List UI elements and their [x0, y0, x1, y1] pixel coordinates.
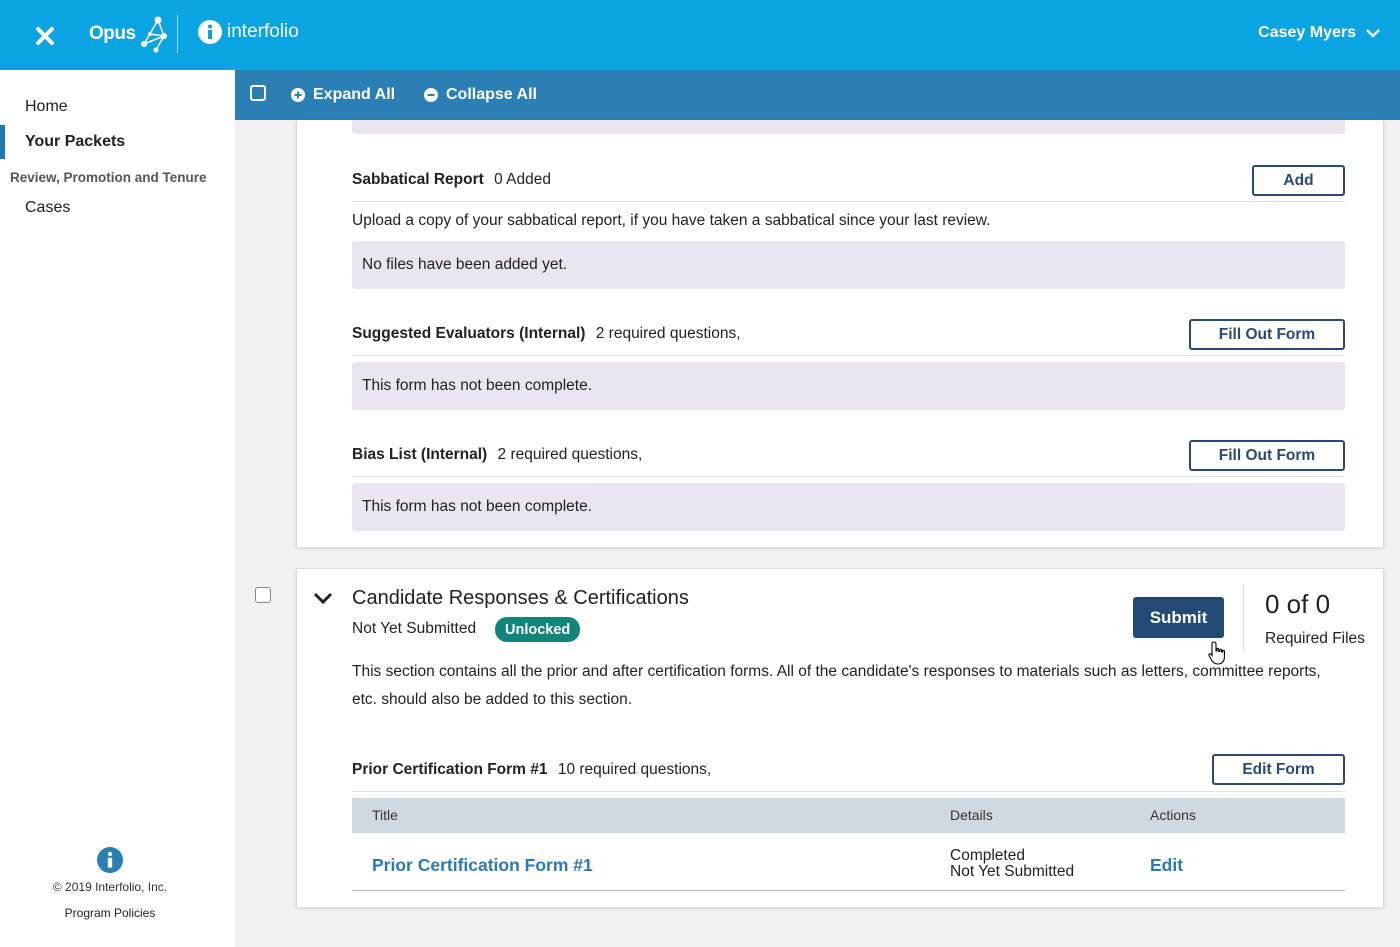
bias-list-title: Bias List (Internal) [352, 446, 488, 463]
status-badge: Unlocked [495, 617, 581, 642]
sidebar-item-label: Home [25, 98, 68, 115]
prior-certification-row: Prior Certification Form #1 10 required … [352, 761, 711, 779]
sidebar: Home Your Packets Review, Promotion and … [0, 70, 235, 947]
prior-certification-meta: 10 required questions, [557, 761, 712, 778]
section-status: Not Yet Submitted [352, 620, 477, 637]
section-title: Candidate Responses & Certifications [352, 587, 689, 609]
add-sabbatical-button[interactable]: Add [1252, 165, 1345, 196]
opus-app-name: Opus [89, 23, 136, 44]
fill-out-bias-button[interactable]: Fill Out Form [1189, 440, 1345, 471]
collapse-all-button[interactable]: Collapse All [424, 86, 537, 104]
vertical-divider [1243, 584, 1244, 652]
sabbatical-report-row: Sabbatical Report 0 Added [352, 171, 551, 189]
sidebar-item-label: Your Packets [25, 133, 126, 150]
opus-constellation-icon [140, 16, 167, 53]
chevron-down-icon[interactable] [313, 591, 333, 605]
candidate-responses-section: Candidate Responses & Certifications Not… [296, 568, 1384, 908]
collapse-all-label: Collapse All [446, 86, 537, 103]
program-policies-link[interactable]: Program Policies [0, 906, 220, 920]
hand-pointer-icon [1208, 641, 1225, 665]
suggested-evaluators-title: Suggested Evaluators (Internal) [352, 325, 586, 342]
row-divider [352, 201, 1345, 202]
table-header: Title Details Actions [352, 798, 1345, 833]
select-all-checkbox[interactable] [250, 85, 266, 101]
form-details: Completed Not Yet Submitted [950, 848, 1074, 880]
interfolio-logo[interactable]: interfolio [198, 20, 299, 44]
column-header-title: Title [372, 807, 398, 823]
sabbatical-report-description: Upload a copy of your sabbatical report,… [352, 212, 991, 229]
previous-item-box [352, 120, 1345, 134]
minus-circle-icon [424, 88, 438, 102]
table-row: Prior Certification Form #1 Completed No… [352, 833, 1345, 891]
bias-empty-text: This form has not been complete. [362, 498, 593, 515]
column-header-actions: Actions [1150, 807, 1196, 823]
chevron-down-icon [1366, 29, 1380, 38]
form-detail-completed: Completed [950, 847, 1025, 864]
toolbar: Expand All Collapse All [235, 70, 1400, 120]
user-menu[interactable]: Casey Myers [1258, 24, 1380, 42]
expand-all-label: Expand All [313, 86, 396, 103]
sidebar-item-cases[interactable]: Cases [0, 191, 235, 225]
edit-link[interactable]: Edit [1150, 855, 1183, 876]
required-files-count: 0 of 0 [1265, 589, 1331, 619]
opus-logo[interactable]: Opus [89, 14, 172, 54]
suggested-evaluators-meta: 2 required questions, [595, 325, 741, 342]
sidebar-section-heading: Review, Promotion and Tenure [10, 170, 207, 185]
required-files-label: Required Files [1265, 630, 1365, 647]
row-divider [352, 476, 1345, 477]
sidebar-item-your-packets[interactable]: Your Packets [0, 125, 235, 159]
bias-list-row: Bias List (Internal) 2 required question… [352, 446, 642, 464]
copyright-text: © 2019 Interfolio, Inc. [52, 880, 168, 894]
row-divider [352, 791, 1345, 792]
sidebar-item-home[interactable]: Home [0, 90, 235, 124]
section-description: This section contains all the prior and … [352, 663, 1321, 708]
interfolio-brand: interfolio [227, 21, 299, 42]
form-detail-status: Not Yet Submitted [950, 863, 1075, 880]
expand-all-button[interactable]: Expand All [291, 86, 395, 104]
info-circle-icon [198, 20, 222, 44]
top-header: Opus interfolio Casey Myers [0, 0, 1400, 70]
sabbatical-empty-box: No files have been added yet. [352, 241, 1345, 289]
suggested-evaluators-row: Suggested Evaluators (Internal) 2 requir… [352, 325, 741, 343]
form-title-link[interactable]: Prior Certification Form #1 [372, 855, 593, 876]
submit-button[interactable]: Submit [1133, 597, 1224, 638]
header-divider [177, 15, 178, 53]
close-icon[interactable] [33, 24, 57, 48]
sabbatical-report-title: Sabbatical Report [352, 171, 484, 188]
bias-empty-box: This form has not been complete. [352, 483, 1345, 531]
plus-circle-icon [291, 88, 305, 102]
section-select-checkbox[interactable] [255, 587, 271, 603]
evaluators-empty-box: This form has not been complete. [352, 362, 1345, 410]
bias-list-meta: 2 required questions, [497, 446, 643, 463]
user-name: Casey Myers [1258, 24, 1356, 41]
packet-items-card: Sabbatical Report 0 Added Add Upload a c… [296, 120, 1384, 548]
prior-certification-title: Prior Certification Form #1 [352, 761, 548, 778]
fill-out-evaluators-button[interactable]: Fill Out Form [1189, 319, 1345, 350]
edit-form-button[interactable]: Edit Form [1212, 754, 1345, 785]
sabbatical-report-meta: 0 Added [494, 171, 551, 188]
interfolio-footer-icon [97, 847, 123, 873]
column-header-details: Details [950, 807, 993, 823]
sabbatical-empty-text: No files have been added yet. [362, 256, 568, 273]
sidebar-item-label: Cases [25, 199, 71, 216]
row-divider [352, 355, 1345, 356]
evaluators-empty-text: This form has not been complete. [362, 377, 593, 394]
